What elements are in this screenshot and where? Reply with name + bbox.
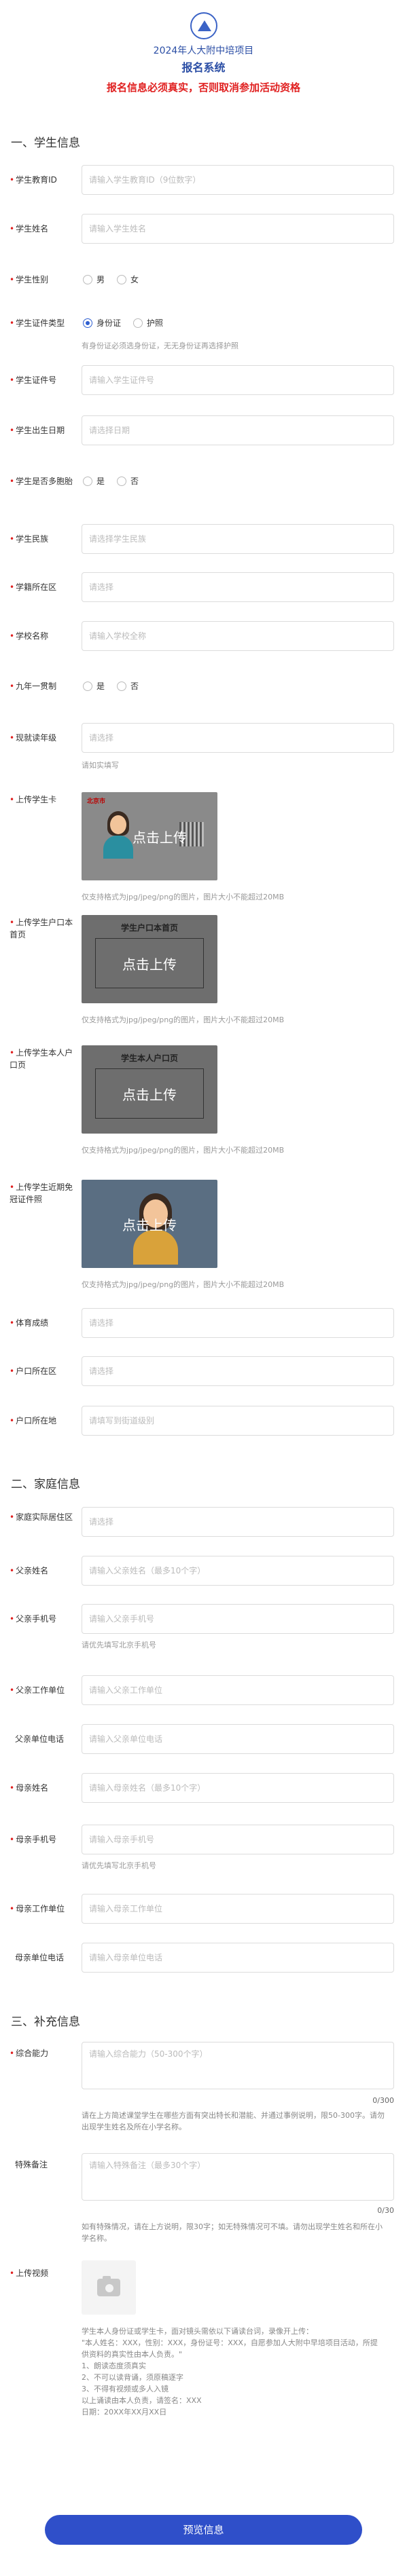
multi-birth-label: 学生是否多胞胎 (16, 477, 73, 486)
mother-phone-hint: 请优先填写北京手机号 (82, 1861, 156, 1870)
photo-hint: 仅支持格式为jpg/jpeg/png的图片，图片大小不能超过20MB (82, 1280, 285, 1289)
birth-label: 学生出生日期 (16, 426, 65, 435)
father-phone-input[interactable]: 请输入父亲手机号 (82, 1604, 394, 1634)
photo-label: 上传学生近期免冠证件照 (10, 1182, 73, 1204)
grade-label: 现就读年级 (16, 733, 57, 743)
multi-birth-no-radio[interactable]: 否 (117, 475, 139, 487)
birth-date-picker[interactable]: 请选择日期 (82, 415, 394, 445)
edu-id-label: 学生教育ID (16, 175, 57, 185)
hukou-home-upload-text: 点击上传 (95, 938, 204, 988)
sports-select[interactable]: 请选择 (82, 1308, 394, 1338)
id-no-label: 学生证件号 (16, 375, 57, 385)
sports-label: 体育成绩 (16, 1318, 49, 1328)
gender-male-radio[interactable]: 男 (83, 274, 105, 285)
father-work-label: 父亲工作单位 (16, 1685, 65, 1695)
mother-work-input[interactable]: 请输入母亲工作单位 (82, 1894, 394, 1924)
school-logo-icon (190, 12, 217, 39)
school-district-label: 学籍所在区 (16, 582, 57, 592)
edu-id-input[interactable]: 请输入学生教育ID（9位数字） (82, 165, 394, 195)
school-input[interactable]: 请输入学校全称 (82, 621, 394, 651)
camera-icon (97, 2276, 120, 2296)
photo-upload[interactable]: 点击上传 (82, 1180, 217, 1268)
nine-year-no-radio[interactable]: 否 (117, 680, 139, 692)
student-card-upload[interactable]: 北京市 点击上传 (82, 792, 217, 880)
ethnic-select[interactable]: 请选择学生民族 (82, 524, 394, 554)
home-district-select[interactable]: 请选择 (82, 1507, 394, 1537)
mother-work-phone-label: 母亲单位电话 (15, 1953, 65, 1962)
hukou-address-label: 户口所在地 (16, 1416, 57, 1425)
ability-counter: 0/300 (372, 2096, 394, 2105)
multi-birth-yes-radio[interactable]: 是 (83, 475, 105, 487)
gender-female-radio[interactable]: 女 (117, 274, 139, 285)
student-name-label: 学生姓名 (16, 224, 49, 234)
video-note: 学生本人身份证或学生卡，面对镜头需依以下诵读台词，录像开上传： "本人姓名：XX… (82, 2327, 378, 2416)
mother-work-label: 母亲工作单位 (16, 1904, 65, 1914)
father-work-phone-label: 父亲单位电话 (15, 1734, 65, 1744)
school-label: 学校名称 (16, 631, 49, 641)
grade-hint: 请如实填写 (82, 761, 119, 770)
hukou-home-upload[interactable]: 学生户口本首页 点击上传 (82, 915, 217, 1003)
hukou-home-label: 上传学生户口本首页 (10, 918, 73, 939)
page-title: 2024年人大附中培项目 (153, 45, 254, 56)
hukou-self-upload[interactable]: 学生本人户口页 点击上传 (82, 1045, 217, 1134)
father-name-input[interactable]: 请输入父亲姓名（最多10个字） (82, 1556, 394, 1586)
student-card-upload-text: 点击上传 (132, 829, 187, 846)
hukou-address-input[interactable]: 请填写到街道级别 (82, 1406, 394, 1436)
id-type-passport-radio[interactable]: 护照 (133, 317, 163, 329)
remark-counter: 0/30 (377, 2206, 394, 2215)
hukou-self-hint: 仅支持格式为jpg/jpeg/png的图片，图片大小不能超过20MB (82, 1146, 285, 1155)
hukou-district-label: 户口所在区 (16, 1366, 57, 1376)
page-subtitle: 报名系统 (181, 61, 226, 74)
grade-select[interactable]: 请选择 (82, 723, 394, 753)
id-type-label: 学生证件类型 (16, 318, 65, 328)
father-phone-hint: 请优先填写北京手机号 (82, 1641, 156, 1649)
nine-year-label: 九年一贯制 (16, 682, 57, 691)
section-family-title: 二、家庭信息 (11, 1478, 80, 1491)
mother-phone-input[interactable]: 请输入母亲手机号 (82, 1825, 394, 1854)
hukou-self-upload-text: 点击上传 (95, 1068, 204, 1119)
mother-phone-label: 母亲手机号 (16, 1835, 57, 1844)
hukou-self-label: 上传学生本人户口页 (10, 1048, 73, 1070)
father-phone-label: 父亲手机号 (16, 1614, 57, 1624)
notice-text: 报名信息必须真实，否则取消参加活动资格 (106, 81, 300, 94)
id-type-hint: 有身份证必须选身份证，无无身份证再选择护照 (82, 341, 238, 350)
page-header: 2024年人大附中培项目 报名系统 报名信息必须真实，否则取消参加活动资格 (0, 0, 407, 94)
home-district-label: 家庭实际居住区 (16, 1512, 73, 1522)
remark-desc: 如有特殊情况，请在上方说明，限30字；如无特殊情况可不填。请勿出现学生姓名和所在… (82, 2222, 383, 2243)
ability-label: 综合能力 (16, 2049, 49, 2058)
gender-label: 学生性别 (16, 275, 49, 284)
video-label: 上传视频 (16, 2269, 49, 2278)
student-name-input[interactable]: 请输入学生姓名 (82, 214, 394, 244)
student-card-hint: 仅支持格式为jpg/jpeg/png的图片，图片大小不能超过20MB (82, 893, 285, 901)
ability-textarea[interactable]: 请输入综合能力（50-300个字） (82, 2042, 394, 2089)
remark-textarea[interactable]: 请输入特殊备注（最多30个字） (82, 2153, 394, 2201)
father-name-label: 父亲姓名 (16, 1566, 49, 1575)
mother-work-phone-input[interactable]: 请输入母亲单位电话 (82, 1943, 394, 1973)
section-student-title: 一、学生信息 (11, 136, 80, 150)
father-work-input[interactable]: 请输入父亲工作单位 (82, 1675, 394, 1705)
nine-year-yes-radio[interactable]: 是 (83, 680, 105, 692)
hukou-home-hint: 仅支持格式为jpg/jpeg/png的图片，图片大小不能超过20MB (82, 1015, 285, 1024)
hukou-district-select[interactable]: 请选择 (82, 1356, 394, 1386)
mother-name-input[interactable]: 请输入母亲姓名（最多10个字） (82, 1773, 394, 1803)
ethnic-label: 学生民族 (16, 534, 49, 544)
mother-name-label: 母亲姓名 (16, 1783, 49, 1793)
remark-label: 特殊备注 (15, 2160, 48, 2169)
ability-desc: 请在上方简述课堂学生在哪些方面有突出特长和潜能、并通过事例说明，限50-300字… (82, 2111, 385, 2131)
section-extra-title: 三、补充信息 (11, 2015, 80, 2029)
student-card-label: 上传学生卡 (16, 795, 57, 804)
video-upload-button[interactable] (82, 2260, 136, 2315)
id-type-idcard-radio[interactable]: 身份证 (83, 317, 121, 329)
id-no-input[interactable]: 请输入学生证件号 (82, 365, 394, 395)
photo-upload-text: 点击上传 (122, 1216, 177, 1233)
school-district-select[interactable]: 请选择 (82, 572, 394, 602)
father-work-phone-input[interactable]: 请输入父亲单位电话 (82, 1724, 394, 1754)
preview-submit-button[interactable]: 预览信息 (45, 2515, 362, 2545)
